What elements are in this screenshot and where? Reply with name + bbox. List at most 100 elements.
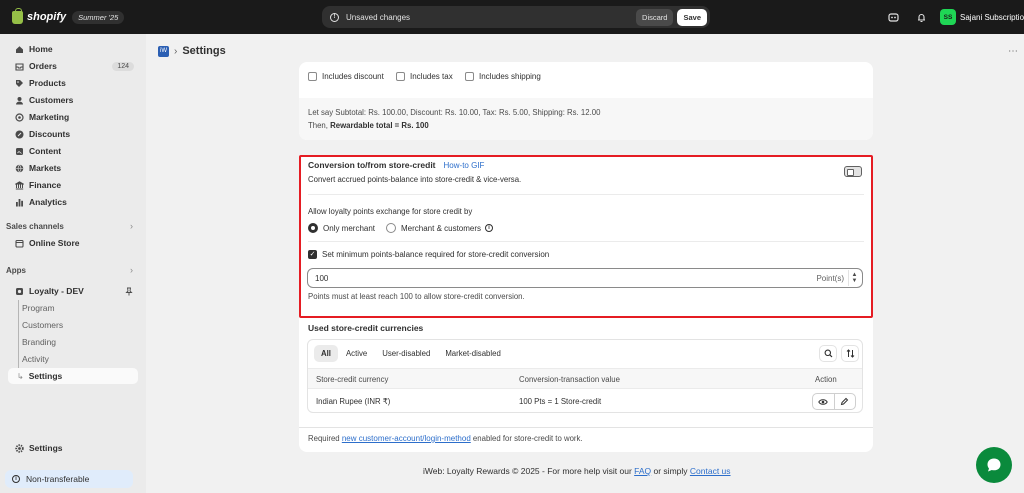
sort-icon[interactable]	[841, 345, 859, 362]
checkbox-label: Includes shipping	[479, 72, 541, 81]
sidebar-item-program[interactable]: Program	[22, 300, 138, 316]
sidebar-item-label: Content	[29, 146, 62, 156]
sidebar-item-app-settings[interactable]: ↳ Settings	[8, 368, 138, 384]
conversion-value-cell: 100 Pts = 1 Store-credit	[519, 397, 602, 406]
tab-active[interactable]: Active	[339, 345, 374, 362]
sidebar-item-label: Settings	[28, 371, 63, 381]
shopify-logo[interactable]: shopify Summer '25	[12, 7, 125, 24]
sidebar-item-app-customers[interactable]: Customers	[22, 317, 138, 333]
table-header: Store-credit currency Conversion-transac…	[308, 368, 862, 389]
more-actions-icon[interactable]: ⋯	[1008, 46, 1018, 57]
breadcrumb-separator: ›	[174, 45, 178, 57]
brand-name: shopify	[27, 11, 67, 23]
faq-link[interactable]: FAQ	[634, 466, 651, 476]
rewardable-total: Rewardable total = Rs. 100	[330, 121, 429, 130]
example-calculation: Let say Subtotal: Rs. 100.00, Discount: …	[299, 98, 873, 140]
contact-us-link[interactable]: Contact us	[690, 466, 731, 476]
sidebar-item-settings[interactable]: Settings	[6, 440, 138, 456]
currency-cell: Indian Rupee (INR ₹)	[316, 397, 391, 406]
sidebar-item-online-store[interactable]: Online Store	[6, 235, 138, 251]
includes-discount-checkbox[interactable]: Includes discount	[308, 72, 384, 81]
checkbox[interactable]	[308, 72, 317, 81]
sidebar-item-label: Orders	[29, 61, 57, 71]
globe-icon	[14, 163, 24, 173]
sidebar-item-finance[interactable]: Finance	[6, 177, 138, 193]
sidebar-item-content[interactable]: Content	[6, 143, 138, 159]
unsaved-changes-bar: ! Unsaved changes Discard Save	[322, 6, 710, 28]
sidebar-item-products[interactable]: Products	[6, 75, 138, 91]
store-name[interactable]: Sajani Subscription	[960, 13, 1024, 22]
chevron-right-icon[interactable]: ›	[130, 221, 133, 231]
breadcrumb: iW › Settings	[158, 45, 226, 57]
filter-tabs: All Active User-disabled Market-disabled	[314, 345, 509, 362]
tab-market-disabled[interactable]: Market-disabled	[438, 345, 507, 362]
divider	[299, 427, 873, 428]
tab-all[interactable]: All	[314, 345, 338, 362]
currencies-table: All Active User-disabled Market-disabled…	[307, 339, 863, 413]
orders-icon	[14, 61, 24, 71]
eye-icon[interactable]	[813, 394, 834, 409]
tree-line	[18, 300, 19, 376]
person-icon	[14, 95, 24, 105]
app-icon	[14, 286, 24, 296]
edition-badge: Summer '25	[72, 10, 125, 24]
search-icon[interactable]	[819, 345, 837, 362]
sidekick-icon[interactable]	[886, 10, 900, 24]
bell-icon[interactable]	[914, 10, 928, 24]
chevron-right-icon[interactable]: ›	[130, 265, 133, 275]
sidebar-item-marketing[interactable]: Marketing	[6, 109, 138, 125]
chat-bubble-icon[interactable]	[976, 447, 1012, 483]
sidebar-item-loyalty-app[interactable]: Loyalty - DEV	[6, 283, 138, 299]
footer-text: iWeb: Loyalty Rewards © 2025 - For more …	[423, 466, 731, 476]
chart-icon	[14, 197, 24, 207]
sidebar-item-customers[interactable]: Customers	[6, 92, 138, 108]
apps-heading[interactable]: Apps	[6, 266, 26, 275]
alert-icon: !	[330, 12, 339, 22]
customer-account-link[interactable]: new customer-account/login-method	[342, 434, 471, 443]
discount-icon	[14, 129, 24, 139]
sidebar-item-activity[interactable]: Activity	[22, 351, 138, 367]
tree-branch-icon: ↳	[17, 371, 24, 381]
non-transferable-banner[interactable]: i Non-transferable	[5, 470, 133, 488]
target-icon	[14, 112, 24, 122]
sidebar-item-orders[interactable]: Orders 124	[6, 58, 138, 74]
content-icon	[14, 146, 24, 156]
sidebar-item-branding[interactable]: Branding	[22, 334, 138, 350]
sidebar-item-markets[interactable]: Markets	[6, 160, 138, 176]
tag-icon	[14, 78, 24, 88]
required-prefix: Required	[308, 434, 342, 443]
unsaved-changes-text: Unsaved changes	[346, 12, 411, 22]
sidebar-item-analytics[interactable]: Analytics	[6, 194, 138, 210]
column-header-currency: Store-credit currency	[316, 375, 389, 384]
sidebar-item-discounts[interactable]: Discounts	[6, 126, 138, 142]
app-logo[interactable]: iW	[158, 45, 169, 57]
bank-icon	[14, 180, 24, 190]
discard-button[interactable]: Discard	[636, 8, 674, 26]
sidebar-item-label: Settings	[29, 443, 63, 453]
tab-user-disabled[interactable]: User-disabled	[375, 345, 437, 362]
includes-shipping-checkbox[interactable]: Includes shipping	[465, 72, 541, 81]
avatar[interactable]: SS	[940, 9, 956, 25]
save-button[interactable]: Save	[677, 8, 707, 26]
edit-pencil-icon[interactable]	[833, 394, 856, 409]
includes-tax-checkbox[interactable]: Includes tax	[396, 72, 453, 81]
pin-icon[interactable]	[124, 286, 134, 296]
checkbox[interactable]	[396, 72, 405, 81]
currencies-title: Used store-credit currencies	[308, 323, 424, 333]
checkbox-label: Includes tax	[410, 72, 453, 81]
sidebar-item-label: Home	[29, 44, 53, 54]
sidebar-item-label: Branding	[22, 337, 57, 347]
sidebar-item-label: Customers	[29, 95, 74, 105]
sidebar: Home Orders 124 Products Customers Marke…	[0, 34, 146, 493]
sales-channels-heading[interactable]: Sales channels	[6, 222, 64, 231]
page-title: Settings	[182, 45, 226, 57]
sidebar-item-label: Customers	[22, 320, 64, 330]
sidebar-item-label: Loyalty - DEV	[29, 286, 84, 296]
sidebar-item-label: Finance	[29, 180, 62, 190]
footer-prefix: iWeb: Loyalty Rewards © 2025 - For more …	[423, 466, 635, 476]
column-header-action: Action	[815, 375, 837, 384]
row-actions	[812, 393, 856, 410]
sidebar-item-home[interactable]: Home	[6, 41, 138, 57]
checkbox[interactable]	[465, 72, 474, 81]
example-result-prefix: Then,	[308, 121, 331, 130]
